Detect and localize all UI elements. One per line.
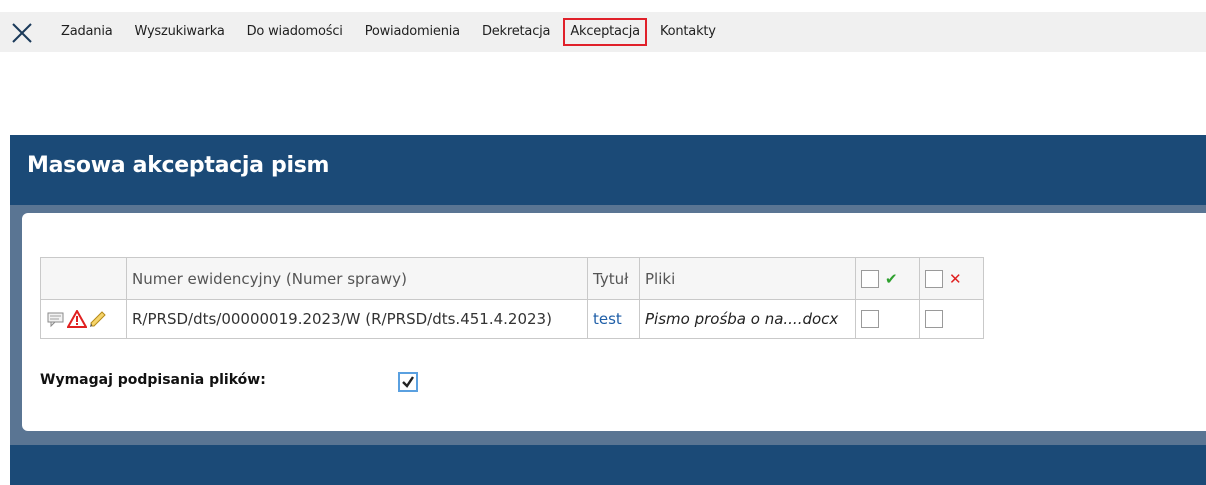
row-icons-cell [40, 299, 127, 339]
accept-all-checkbox[interactable] [861, 269, 879, 288]
documents-table: Numer ewidencyjny (Numer sprawy) Tytuł P… [40, 257, 984, 339]
row-title-link[interactable]: test [587, 299, 640, 339]
pencil-icon[interactable] [88, 310, 108, 328]
nav-item-zadania[interactable]: Zadania [52, 18, 122, 46]
row-files[interactable]: Pismo prośba o na....docx [639, 299, 856, 339]
header-reject-all: ✕ [919, 257, 984, 300]
table-row: R/PRSD/dts/00000019.2023/W (R/PRSD/dts.4… [40, 299, 984, 339]
row-number: R/PRSD/dts/00000019.2023/W (R/PRSD/dts.4… [126, 299, 588, 339]
comment-icon[interactable] [46, 310, 66, 328]
header-icons [40, 257, 127, 300]
row-reject-checkbox[interactable] [925, 310, 943, 329]
mass-acceptance-panel: Masowa akceptacja pism Numer ewidencyjny… [10, 135, 1206, 485]
panel-card: Numer ewidencyjny (Numer sprawy) Tytuł P… [22, 213, 1206, 431]
header-number: Numer ewidencyjny (Numer sprawy) [126, 257, 588, 300]
row-reject-cell [919, 299, 984, 339]
row-accept-checkbox[interactable] [861, 310, 879, 329]
nav-item-do-wiadomosci[interactable]: Do wiadomości [238, 18, 352, 46]
header-accept-all: ✔ [855, 257, 920, 300]
nav-item-kontakty[interactable]: Kontakty [651, 18, 725, 46]
reject-all-checkbox[interactable] [925, 269, 943, 288]
table-header-row: Numer ewidencyjny (Numer sprawy) Tytuł P… [40, 257, 984, 300]
panel-title: Masowa akceptacja pism [27, 153, 330, 178]
warning-icon[interactable] [67, 310, 87, 328]
main-nav: Zadania Wyszukiwarka Do wiadomości Powia… [52, 12, 729, 52]
nav-item-wyszukiwarka[interactable]: Wyszukiwarka [126, 18, 234, 46]
x-icon: ✕ [949, 269, 962, 288]
close-icon[interactable] [10, 21, 34, 45]
require-signing-checkbox[interactable] [398, 372, 418, 392]
nav-item-powiadomienia[interactable]: Powiadomienia [356, 18, 469, 46]
header-title: Tytuł [587, 257, 640, 300]
nav-item-akceptacja[interactable]: Akceptacja [563, 18, 647, 46]
check-icon: ✔ [885, 269, 898, 288]
row-accept-cell [855, 299, 920, 339]
checkmark-icon [402, 376, 414, 388]
require-signing-label: Wymagaj podpisania plików: [40, 372, 266, 388]
header-files: Pliki [639, 257, 856, 300]
top-navigation-bar: Zadania Wyszukiwarka Do wiadomości Powia… [0, 12, 1206, 52]
nav-item-dekretacja[interactable]: Dekretacja [473, 18, 559, 46]
